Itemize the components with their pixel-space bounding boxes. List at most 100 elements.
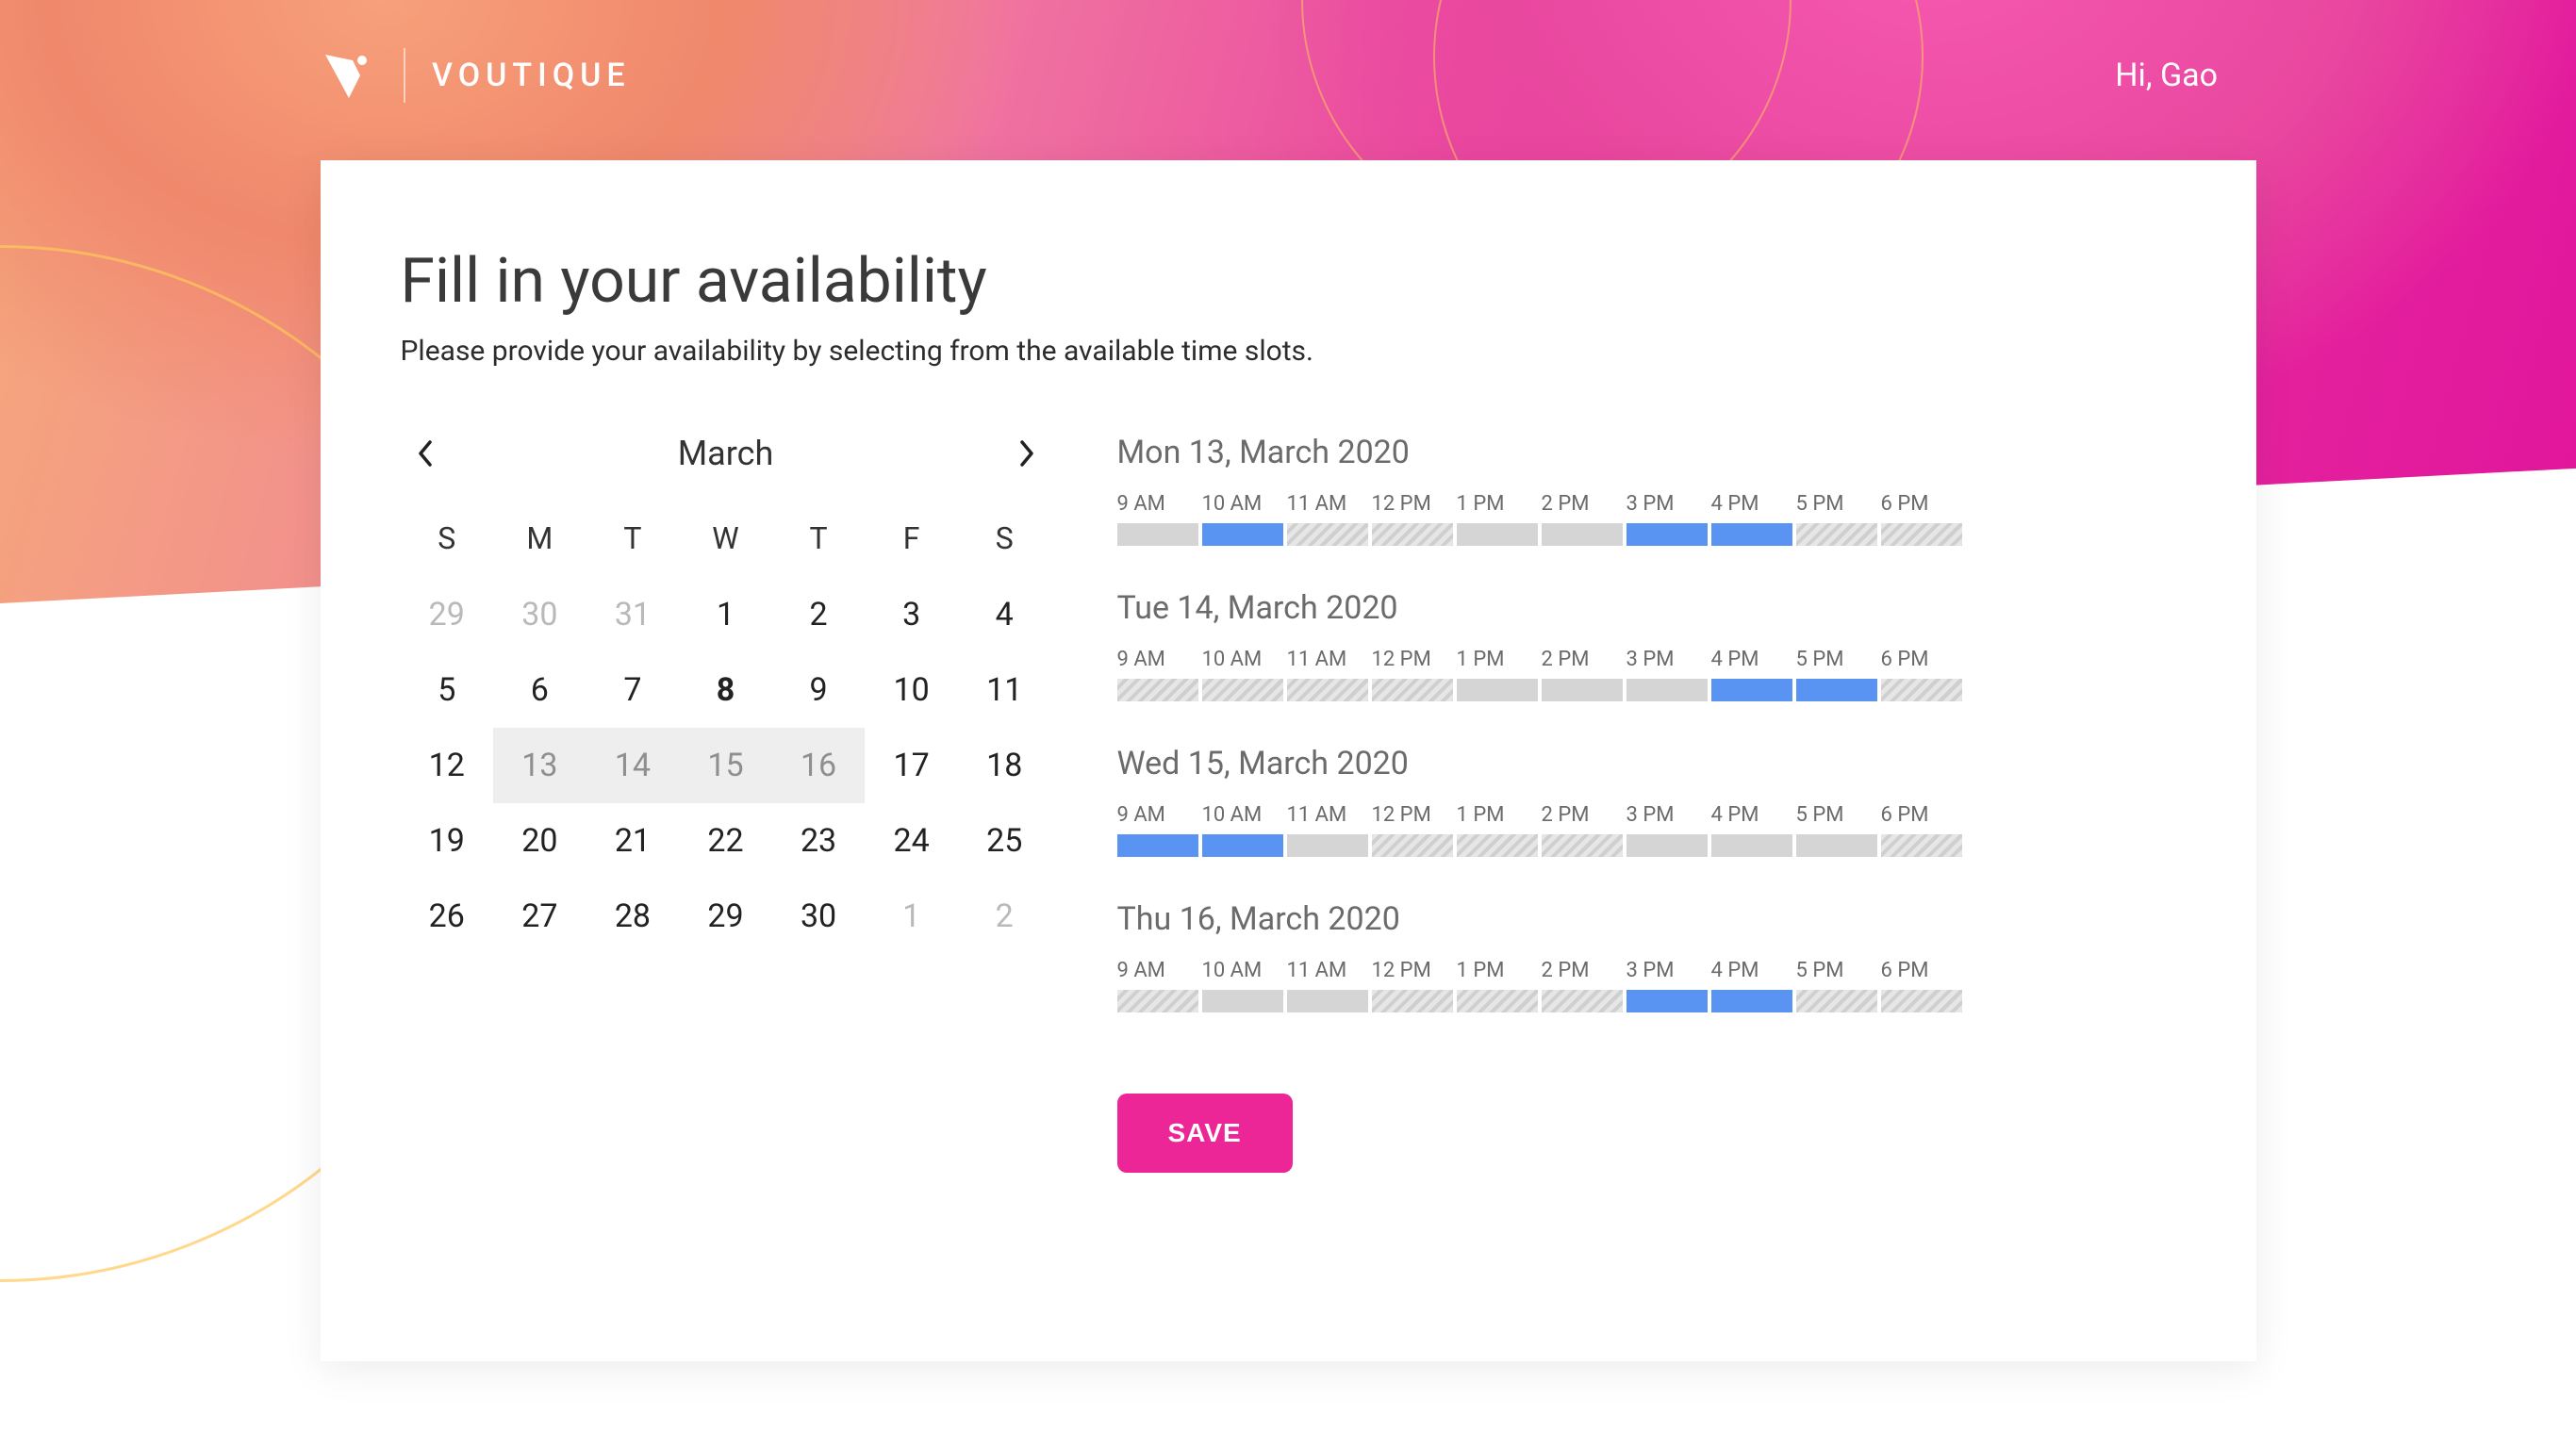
brand-separator <box>404 48 405 103</box>
calendar-day[interactable]: 13 <box>493 728 586 803</box>
calendar-day[interactable]: 29 <box>401 577 494 652</box>
page-title: Fill in your availability <box>401 245 2171 318</box>
hour-column: 4 PM <box>1711 492 1796 546</box>
timeslot[interactable] <box>1627 523 1708 546</box>
timeslot[interactable] <box>1457 523 1538 546</box>
hour-label: 5 PM <box>1796 959 1881 982</box>
timeslot[interactable] <box>1711 834 1792 857</box>
calendar-day[interactable]: 24 <box>865 803 958 879</box>
save-button[interactable]: SAVE <box>1117 1094 1293 1173</box>
hour-label: 12 PM <box>1372 648 1457 671</box>
timeslot[interactable] <box>1796 834 1877 857</box>
timeslot[interactable] <box>1202 834 1283 857</box>
calendar-day[interactable]: 6 <box>493 652 586 728</box>
hour-column: 12 PM <box>1372 492 1457 546</box>
calendar-day[interactable]: 2 <box>772 577 866 652</box>
hour-label: 11 AM <box>1287 648 1372 671</box>
timeslot[interactable] <box>1287 990 1368 1012</box>
logo-icon <box>321 47 377 104</box>
calendar-day[interactable]: 29 <box>679 879 772 954</box>
calendar-day[interactable]: 17 <box>865 728 958 803</box>
timeslot[interactable] <box>1711 523 1792 546</box>
calendar-day[interactable]: 14 <box>586 728 680 803</box>
hour-label: 3 PM <box>1627 803 1711 827</box>
calendar-day[interactable]: 28 <box>586 879 680 954</box>
hour-column: 11 AM <box>1287 648 1372 701</box>
hour-label: 3 PM <box>1627 492 1711 516</box>
timeslot <box>1881 523 1962 546</box>
hour-column: 5 PM <box>1796 648 1881 701</box>
timeslot[interactable] <box>1202 990 1283 1012</box>
timeslot <box>1881 990 1962 1012</box>
calendar-day[interactable]: 9 <box>772 652 866 728</box>
timeslot[interactable] <box>1711 990 1792 1012</box>
hour-column: 3 PM <box>1627 959 1711 1012</box>
next-month-button[interactable] <box>1008 435 1046 472</box>
hour-label: 2 PM <box>1542 648 1627 671</box>
calendar-day[interactable]: 10 <box>865 652 958 728</box>
calendar-day[interactable]: 7 <box>586 652 680 728</box>
hour-label: 6 PM <box>1881 648 1966 671</box>
hour-column: 2 PM <box>1542 803 1627 857</box>
calendar-day[interactable]: 12 <box>401 728 494 803</box>
day-label: Tue 14, March 2020 <box>1117 589 2171 627</box>
calendar-day[interactable]: 21 <box>586 803 680 879</box>
page-subtitle: Please provide your availability by sele… <box>401 335 2171 368</box>
calendar-day[interactable]: 18 <box>958 728 1051 803</box>
timeslot <box>1457 990 1538 1012</box>
calendar-day[interactable]: 4 <box>958 577 1051 652</box>
timeslot[interactable] <box>1457 679 1538 701</box>
timeslot[interactable] <box>1117 834 1198 857</box>
main-card: Fill in your availability Please provide… <box>321 160 2256 1361</box>
hour-label: 3 PM <box>1627 959 1711 982</box>
timeslot[interactable] <box>1117 523 1198 546</box>
timeslot[interactable] <box>1542 523 1623 546</box>
calendar-day[interactable]: 23 <box>772 803 866 879</box>
calendar-day[interactable]: 3 <box>865 577 958 652</box>
calendar-day[interactable]: 30 <box>772 879 866 954</box>
calendar-day[interactable]: 20 <box>493 803 586 879</box>
hour-column: 11 AM <box>1287 492 1372 546</box>
timeslot[interactable] <box>1627 990 1708 1012</box>
calendar-day[interactable]: 2 <box>958 879 1051 954</box>
calendar-day[interactable]: 25 <box>958 803 1051 879</box>
topbar: VOUTIQUE Hi, Gao <box>0 0 2576 104</box>
calendar-day[interactable]: 1 <box>679 577 772 652</box>
timeslot[interactable] <box>1627 834 1708 857</box>
timeslot[interactable] <box>1542 679 1623 701</box>
calendar-day[interactable]: 5 <box>401 652 494 728</box>
calendar-day[interactable]: 31 <box>586 577 680 652</box>
timeslot <box>1372 523 1453 546</box>
timeslot[interactable] <box>1287 834 1368 857</box>
prev-month-button[interactable] <box>406 435 444 472</box>
hour-column: 10 AM <box>1202 648 1287 701</box>
calendar-day[interactable]: 19 <box>401 803 494 879</box>
timeslot[interactable] <box>1796 679 1877 701</box>
user-greeting[interactable]: Hi, Gao <box>2115 57 2218 94</box>
calendar-day[interactable]: 27 <box>493 879 586 954</box>
calendar-day[interactable]: 8 <box>679 652 772 728</box>
calendar-day[interactable]: 30 <box>493 577 586 652</box>
hour-column: 4 PM <box>1711 648 1796 701</box>
calendar-header: March <box>401 434 1051 507</box>
day-block: Tue 14, March 20209 AM10 AM11 AM12 PM1 P… <box>1117 589 2171 701</box>
hour-label: 2 PM <box>1542 959 1627 982</box>
timeslot[interactable] <box>1202 523 1283 546</box>
timeslot[interactable] <box>1711 679 1792 701</box>
calendar-day[interactable]: 1 <box>865 879 958 954</box>
hour-column: 11 AM <box>1287 959 1372 1012</box>
hour-label: 10 AM <box>1202 959 1287 982</box>
calendar-dow: T <box>586 507 680 577</box>
hour-column: 1 PM <box>1457 959 1542 1012</box>
timeslot[interactable] <box>1627 679 1708 701</box>
calendar-day[interactable]: 26 <box>401 879 494 954</box>
brand: VOUTIQUE <box>321 47 631 104</box>
calendar-day[interactable]: 11 <box>958 652 1051 728</box>
hour-label: 1 PM <box>1457 803 1542 827</box>
hour-label: 6 PM <box>1881 492 1966 516</box>
day-block: Mon 13, March 20209 AM10 AM11 AM12 PM1 P… <box>1117 434 2171 546</box>
hour-column: 9 AM <box>1117 648 1202 701</box>
calendar-day[interactable]: 16 <box>772 728 866 803</box>
calendar-day[interactable]: 22 <box>679 803 772 879</box>
calendar-day[interactable]: 15 <box>679 728 772 803</box>
